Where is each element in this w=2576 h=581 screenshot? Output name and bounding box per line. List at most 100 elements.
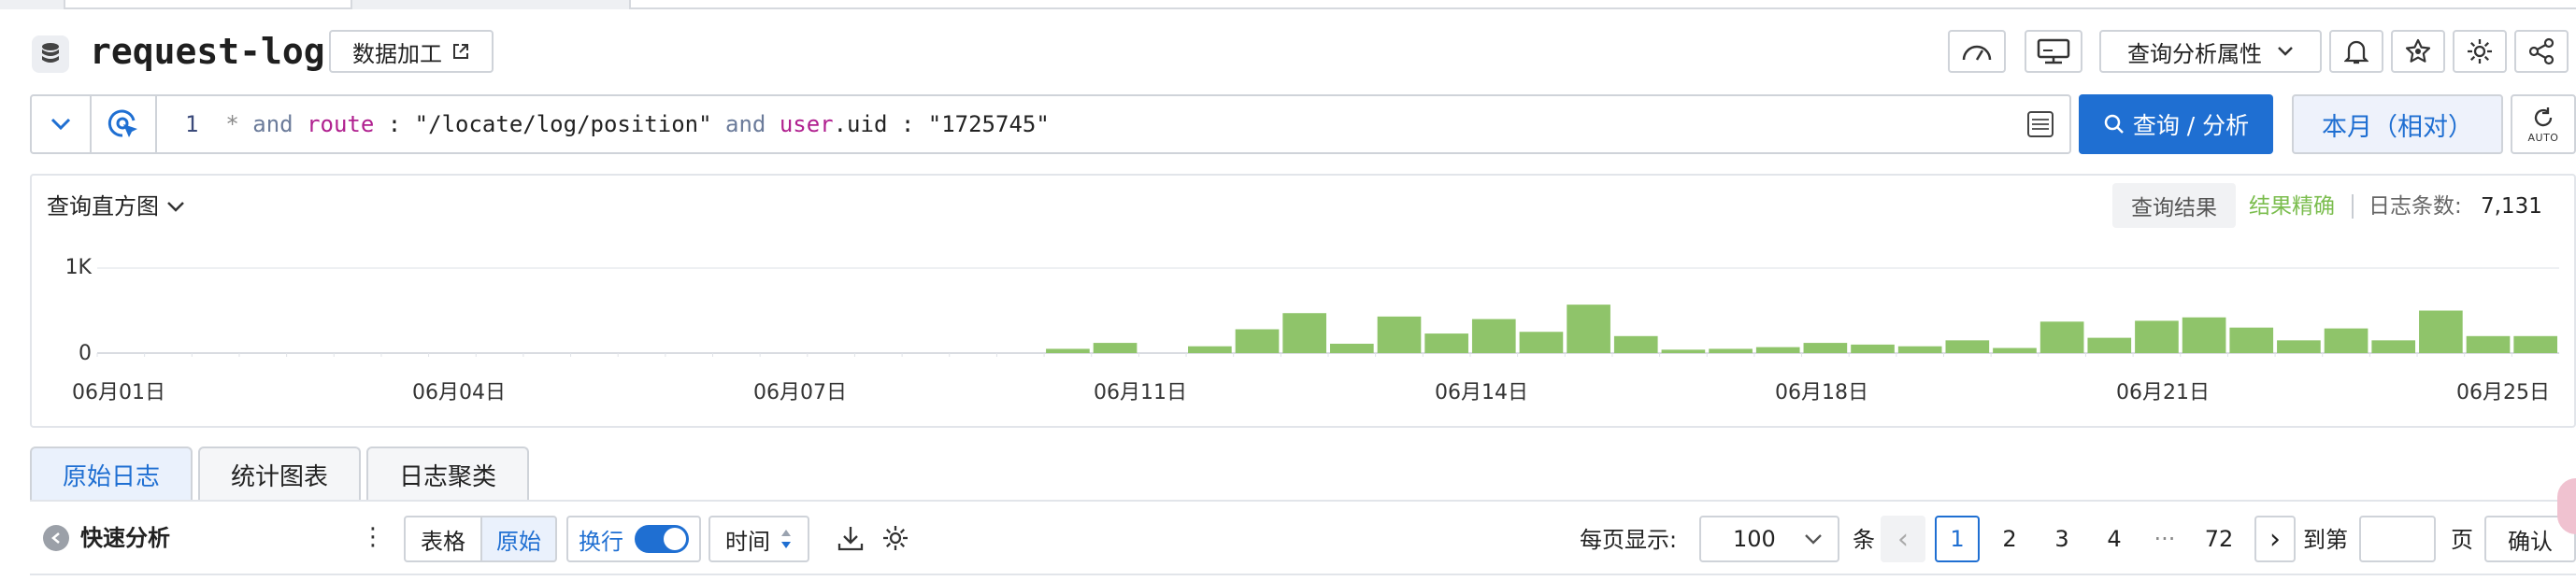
goto-page-label: 到第 (2303, 527, 2348, 553)
query-assistant-button[interactable] (93, 96, 157, 152)
page-number: 3 (2054, 526, 2069, 552)
query-token: : (374, 111, 415, 137)
tab-label: 原始日志 (62, 462, 160, 491)
share-button[interactable] (2514, 30, 2569, 73)
collapse-quick-analysis-button[interactable] (43, 525, 69, 551)
query-line-number: 1 (185, 111, 199, 137)
download-icon[interactable] (836, 523, 866, 557)
search-analyze-label: 查询 / 分析 (2132, 112, 2250, 139)
tabs-divider (30, 500, 2576, 502)
monitor-icon (2037, 38, 2070, 64)
query-token: user (779, 111, 834, 137)
query-token: "/locate/log/position" (414, 111, 712, 137)
tab-label: 日志聚类 (398, 462, 496, 491)
x-tick-label: 06月25日 (2456, 381, 2550, 404)
page-button[interactable]: 4 (2092, 516, 2137, 562)
page-number: 1 (1950, 526, 1965, 552)
sql-icon[interactable] (2026, 110, 2054, 138)
time-sort-button[interactable]: 时间 (708, 516, 809, 562)
sort-icon (781, 530, 791, 548)
query-collapse-toggle[interactable] (32, 96, 92, 152)
next-page-button[interactable]: › (2254, 516, 2296, 562)
database-icon (32, 35, 69, 73)
query-token: and (711, 111, 780, 137)
tab-raw-logs[interactable]: 原始日志 (30, 446, 193, 501)
divider (2352, 194, 2354, 219)
query-attributes-dropdown[interactable]: 查询分析属性 (2099, 30, 2322, 73)
query-token: and (238, 111, 308, 137)
page-number: 72 (2204, 526, 2234, 552)
tab-charts[interactable]: 统计图表 (198, 446, 361, 501)
cursor-target-icon (107, 109, 137, 137)
query-attributes-label: 查询分析属性 (2127, 40, 2262, 67)
page-button[interactable]: 2 (1987, 516, 2032, 562)
search-icon (2104, 114, 2124, 134)
gauge-icon (1962, 45, 1992, 61)
page-button[interactable]: 1 (1935, 516, 1980, 562)
auto-label: AUTO (2527, 131, 2559, 144)
chevron-left-icon (51, 532, 60, 544)
y-tick-label: 1K (64, 256, 92, 279)
settings-button[interactable] (2453, 30, 2507, 73)
view-raw-button[interactable]: 原始 (480, 516, 557, 562)
query-result-badge: 查询结果 (2112, 183, 2236, 228)
tab-label: 统计图表 (230, 462, 328, 491)
time-range-label: 本月（相对） (2322, 112, 2473, 142)
chevron-down-icon (50, 118, 71, 131)
confirm-label: 确认 (2508, 528, 2553, 555)
time-range-button[interactable]: 本月（相对） (2292, 94, 2503, 154)
bell-icon (2344, 40, 2368, 64)
auto-refresh-button[interactable]: AUTO (2511, 94, 2576, 154)
page-ellipsis-label: ··· (2154, 526, 2176, 552)
x-tick-label: 06月04日 (412, 381, 506, 404)
data-process-button[interactable]: 数据加工 (329, 30, 494, 73)
query-token: route (307, 111, 375, 137)
line-wrap-toggle[interactable]: 换行 (566, 516, 701, 562)
floating-assistant[interactable] (2557, 478, 2576, 534)
toggle-switch[interactable] (635, 525, 689, 553)
query-input[interactable]: 1 * and route : "/locate/log/position" a… (185, 106, 1050, 142)
gear-icon (2468, 39, 2492, 64)
top-tab[interactable] (351, 0, 631, 9)
data-process-label: 数据加工 (352, 40, 442, 67)
x-tick-label: 06月14日 (1435, 381, 1528, 404)
prev-page-button[interactable]: ‹ (1881, 516, 1925, 562)
view-table-label: 表格 (421, 528, 465, 555)
more-vertical-icon[interactable]: ⋮ (361, 521, 385, 553)
top-tab[interactable] (0, 0, 65, 9)
logstore-name: request-log (90, 31, 325, 72)
query-result-label: 查询结果 (2131, 196, 2217, 220)
x-tick-label: 06月18日 (1775, 381, 1868, 404)
tab-log-clustering[interactable]: 日志聚类 (366, 446, 529, 501)
query-token: * (225, 111, 239, 137)
goto-page-unit: 页 (2451, 527, 2473, 553)
page-number: 2 (2002, 526, 2017, 552)
x-tick-label: 06月11日 (1094, 381, 1187, 404)
refresh-icon (2534, 106, 2553, 126)
toggle-knob (664, 528, 686, 550)
gauge-button[interactable] (1948, 30, 2006, 73)
search-analyze-button[interactable]: 查询 / 分析 (2079, 94, 2273, 154)
page-size-select[interactable]: 100 (1699, 516, 1839, 562)
time-sort-label: 时间 (725, 528, 770, 555)
alert-button[interactable] (2329, 30, 2383, 73)
view-raw-label: 原始 (496, 528, 541, 555)
page-button[interactable]: 72 (2197, 516, 2241, 562)
share-icon (2528, 37, 2555, 65)
view-table-button[interactable]: 表格 (404, 516, 482, 562)
gear-icon[interactable] (880, 523, 910, 557)
table-header-edge (30, 574, 2576, 581)
page-size-value: 100 (1733, 526, 1776, 552)
page-ellipsis[interactable]: ··· (2142, 516, 2187, 562)
page-number: 4 (2107, 526, 2122, 552)
monitor-button[interactable] (2025, 30, 2082, 73)
chevron-down-icon (2278, 47, 2293, 56)
histogram-title-toggle[interactable]: 查询直方图 (47, 191, 185, 222)
chevron-down-icon (1805, 534, 1822, 545)
external-link-icon (453, 44, 468, 59)
favorite-button[interactable] (2391, 30, 2445, 73)
star-icon (2405, 38, 2431, 63)
y-tick-label: 0 (79, 342, 92, 365)
goto-page-input[interactable] (2359, 516, 2436, 562)
page-button[interactable]: 3 (2039, 516, 2084, 562)
